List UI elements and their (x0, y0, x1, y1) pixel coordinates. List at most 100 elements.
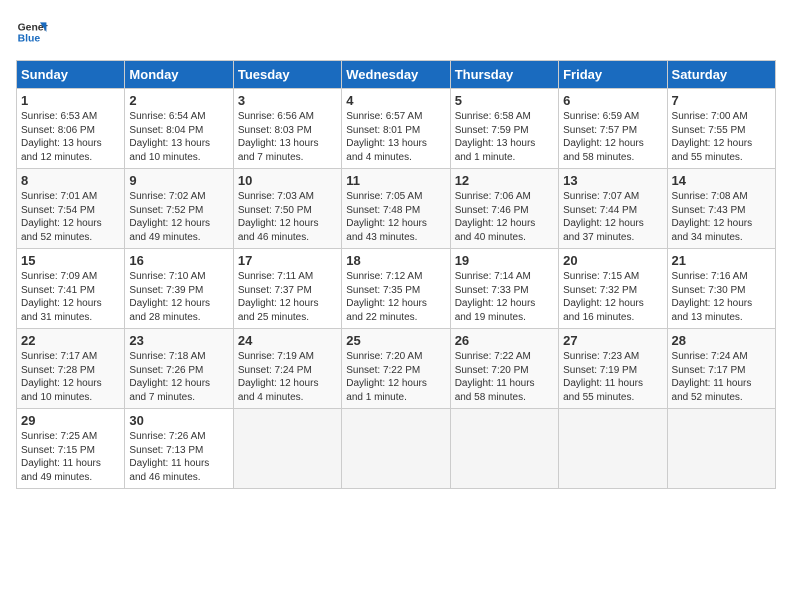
col-sunday: Sunday (17, 61, 125, 89)
calendar-cell: 20 Sunrise: 7:15 AMSunset: 7:32 PMDayligh… (559, 249, 667, 329)
day-number: 3 (238, 93, 337, 108)
cell-details: Sunrise: 6:58 AMSunset: 7:59 PMDaylight:… (455, 110, 554, 164)
calendar-cell: 18 Sunrise: 7:12 AMSunset: 7:35 PMDayligh… (342, 249, 450, 329)
calendar-cell (667, 409, 775, 489)
cell-details: Sunrise: 7:23 AMSunset: 7:19 PMDaylight:… (563, 350, 662, 404)
cell-details: Sunrise: 7:11 AMSunset: 7:37 PMDaylight:… (238, 270, 337, 324)
calendar-cell (450, 409, 558, 489)
cell-details: Sunrise: 7:18 AMSunset: 7:26 PMDaylight:… (129, 350, 228, 404)
day-number: 19 (455, 253, 554, 268)
week-row-4: 22 Sunrise: 7:17 AMSunset: 7:28 PMDayligh… (17, 329, 776, 409)
cell-details: Sunrise: 7:08 AMSunset: 7:43 PMDaylight:… (672, 190, 771, 244)
day-number: 28 (672, 333, 771, 348)
day-number: 26 (455, 333, 554, 348)
calendar-cell: 23 Sunrise: 7:18 AMSunset: 7:26 PMDayligh… (125, 329, 233, 409)
calendar-cell: 4 Sunrise: 6:57 AMSunset: 8:01 PMDaylight… (342, 89, 450, 169)
cell-details: Sunrise: 7:24 AMSunset: 7:17 PMDaylight:… (672, 350, 771, 404)
calendar-cell: 13 Sunrise: 7:07 AMSunset: 7:44 PMDayligh… (559, 169, 667, 249)
week-row-5: 29 Sunrise: 7:25 AMSunset: 7:15 PMDayligh… (17, 409, 776, 489)
calendar-cell: 10 Sunrise: 7:03 AMSunset: 7:50 PMDayligh… (233, 169, 341, 249)
calendar-cell: 2 Sunrise: 6:54 AMSunset: 8:04 PMDaylight… (125, 89, 233, 169)
calendar-cell: 9Sunrise: 7:02 AMSunset: 7:52 PMDaylight… (125, 169, 233, 249)
calendar-cell: 21 Sunrise: 7:16 AMSunset: 7:30 PMDayligh… (667, 249, 775, 329)
day-number: 24 (238, 333, 337, 348)
day-number: 7 (672, 93, 771, 108)
day-number: 5 (455, 93, 554, 108)
day-number: 27 (563, 333, 662, 348)
day-number: 17 (238, 253, 337, 268)
cell-details: Sunrise: 6:57 AMSunset: 8:01 PMDaylight:… (346, 110, 445, 164)
cell-details: Sunrise: 7:01 AMSunset: 7:54 PMDaylight:… (21, 190, 120, 244)
day-number: 20 (563, 253, 662, 268)
calendar-cell: 28 Sunrise: 7:24 AMSunset: 7:17 PMDayligh… (667, 329, 775, 409)
day-number: 4 (346, 93, 445, 108)
cell-details: Sunrise: 7:17 AMSunset: 7:28 PMDaylight:… (21, 350, 120, 404)
day-number: 2 (129, 93, 228, 108)
col-monday: Monday (125, 61, 233, 89)
cell-details: Sunrise: 7:26 AMSunset: 7:13 PMDaylight:… (129, 430, 228, 484)
calendar-cell (233, 409, 341, 489)
calendar-cell (342, 409, 450, 489)
calendar-cell: 30Sunrise: 7:26 AMSunset: 7:13 PMDayligh… (125, 409, 233, 489)
cell-details: Sunrise: 7:19 AMSunset: 7:24 PMDaylight:… (238, 350, 337, 404)
day-number: 14 (672, 173, 771, 188)
cell-details: Sunrise: 7:25 AMSunset: 7:15 PMDaylight:… (21, 430, 120, 484)
cell-details: Sunrise: 7:12 AMSunset: 7:35 PMDaylight:… (346, 270, 445, 324)
calendar-cell: 5 Sunrise: 6:58 AMSunset: 7:59 PMDaylight… (450, 89, 558, 169)
cell-details: Sunrise: 6:54 AMSunset: 8:04 PMDaylight:… (129, 110, 228, 164)
day-number: 13 (563, 173, 662, 188)
calendar-cell: 19 Sunrise: 7:14 AMSunset: 7:33 PMDayligh… (450, 249, 558, 329)
day-number: 15 (21, 253, 120, 268)
cell-details: Sunrise: 7:00 AMSunset: 7:55 PMDaylight:… (672, 110, 771, 164)
calendar-cell: 11 Sunrise: 7:05 AMSunset: 7:48 PMDayligh… (342, 169, 450, 249)
cell-details: Sunrise: 6:56 AMSunset: 8:03 PMDaylight:… (238, 110, 337, 164)
day-number: 16 (129, 253, 228, 268)
calendar-cell: 1Sunrise: 6:53 AMSunset: 8:06 PMDaylight… (17, 89, 125, 169)
cell-details: Sunrise: 7:02 AMSunset: 7:52 PMDaylight:… (129, 190, 228, 244)
day-number: 18 (346, 253, 445, 268)
day-number: 23 (129, 333, 228, 348)
calendar-cell: 26 Sunrise: 7:22 AMSunset: 7:20 PMDayligh… (450, 329, 558, 409)
day-number: 10 (238, 173, 337, 188)
cell-details: Sunrise: 7:05 AMSunset: 7:48 PMDaylight:… (346, 190, 445, 244)
calendar-cell: 7 Sunrise: 7:00 AMSunset: 7:55 PMDaylight… (667, 89, 775, 169)
cell-details: Sunrise: 7:07 AMSunset: 7:44 PMDaylight:… (563, 190, 662, 244)
cell-details: Sunrise: 7:20 AMSunset: 7:22 PMDaylight:… (346, 350, 445, 404)
calendar-cell: 24 Sunrise: 7:19 AMSunset: 7:24 PMDayligh… (233, 329, 341, 409)
calendar-cell: 14 Sunrise: 7:08 AMSunset: 7:43 PMDayligh… (667, 169, 775, 249)
page-header: General Blue (16, 16, 776, 48)
col-friday: Friday (559, 61, 667, 89)
calendar-cell: 17 Sunrise: 7:11 AMSunset: 7:37 PMDayligh… (233, 249, 341, 329)
week-row-3: 15 Sunrise: 7:09 AMSunset: 7:41 PMDayligh… (17, 249, 776, 329)
day-number: 1 (21, 93, 120, 108)
col-tuesday: Tuesday (233, 61, 341, 89)
cell-details: Sunrise: 7:09 AMSunset: 7:41 PMDaylight:… (21, 270, 120, 324)
calendar-cell: 3 Sunrise: 6:56 AMSunset: 8:03 PMDaylight… (233, 89, 341, 169)
calendar-cell: 25Sunrise: 7:20 AMSunset: 7:22 PMDayligh… (342, 329, 450, 409)
cell-details: Sunrise: 7:15 AMSunset: 7:32 PMDaylight:… (563, 270, 662, 324)
header-row: Sunday Monday Tuesday Wednesday Thursday… (17, 61, 776, 89)
day-number: 6 (563, 93, 662, 108)
day-number: 21 (672, 253, 771, 268)
calendar-cell (559, 409, 667, 489)
day-number: 11 (346, 173, 445, 188)
logo-icon: General Blue (16, 16, 48, 48)
cell-details: Sunrise: 6:59 AMSunset: 7:57 PMDaylight:… (563, 110, 662, 164)
day-number: 12 (455, 173, 554, 188)
calendar-cell: 29 Sunrise: 7:25 AMSunset: 7:15 PMDayligh… (17, 409, 125, 489)
day-number: 29 (21, 413, 120, 428)
week-row-2: 8 Sunrise: 7:01 AMSunset: 7:54 PMDaylight… (17, 169, 776, 249)
col-thursday: Thursday (450, 61, 558, 89)
calendar-cell: 22 Sunrise: 7:17 AMSunset: 7:28 PMDayligh… (17, 329, 125, 409)
day-number: 22 (21, 333, 120, 348)
calendar-cell: 15 Sunrise: 7:09 AMSunset: 7:41 PMDayligh… (17, 249, 125, 329)
cell-details: Sunrise: 7:22 AMSunset: 7:20 PMDaylight:… (455, 350, 554, 404)
cell-details: Sunrise: 7:06 AMSunset: 7:46 PMDaylight:… (455, 190, 554, 244)
cell-details: Sunrise: 7:16 AMSunset: 7:30 PMDaylight:… (672, 270, 771, 324)
calendar-cell: 27 Sunrise: 7:23 AMSunset: 7:19 PMDayligh… (559, 329, 667, 409)
day-number: 8 (21, 173, 120, 188)
cell-details: Sunrise: 7:14 AMSunset: 7:33 PMDaylight:… (455, 270, 554, 324)
calendar-cell: 8 Sunrise: 7:01 AMSunset: 7:54 PMDaylight… (17, 169, 125, 249)
cell-details: Sunrise: 7:03 AMSunset: 7:50 PMDaylight:… (238, 190, 337, 244)
calendar-cell: 16Sunrise: 7:10 AMSunset: 7:39 PMDayligh… (125, 249, 233, 329)
